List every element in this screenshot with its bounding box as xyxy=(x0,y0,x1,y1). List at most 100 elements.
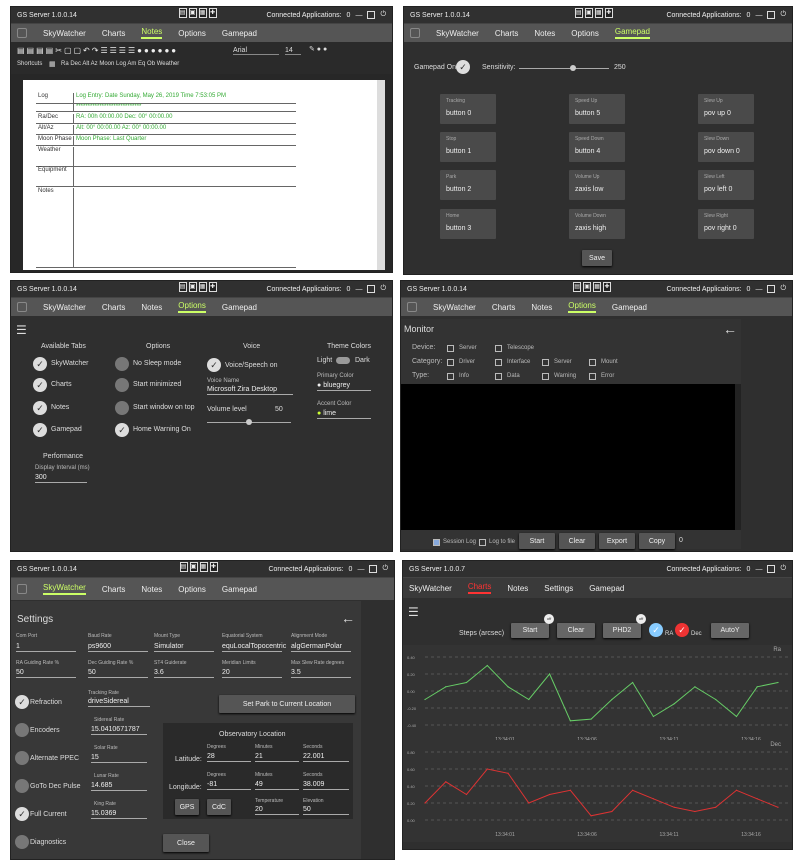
tab-skywatcher[interactable]: SkyWatcher xyxy=(43,303,86,312)
field-select[interactable]: Simulator xyxy=(154,643,214,652)
gamepad-mapping[interactable]: Volume Down zaxis high xyxy=(569,209,625,239)
gamepad-mapping[interactable]: Slew Down pov down 0 xyxy=(698,132,754,162)
field-select[interactable]: 3.5 xyxy=(291,669,351,678)
power-icon[interactable]: ⏻ xyxy=(380,285,386,293)
size-select[interactable]: 14 xyxy=(285,47,301,55)
monitor-icon[interactable]: ▤ xyxy=(178,282,187,292)
set-park-button[interactable]: Set Park to Current Location xyxy=(219,695,355,713)
scrollbar[interactable] xyxy=(377,80,385,270)
setting-check[interactable] xyxy=(15,723,29,737)
window-icon[interactable]: ▣ xyxy=(188,282,197,292)
power-icon[interactable]: ⏻ xyxy=(780,285,786,293)
field-select[interactable]: equLocalTopocentric xyxy=(222,643,286,652)
tab-options[interactable]: Options xyxy=(571,29,599,38)
minimize-button[interactable]: — xyxy=(355,286,362,293)
maximize-button[interactable] xyxy=(767,11,776,19)
clear-button[interactable]: Clear xyxy=(559,533,595,549)
gamepad-mapping[interactable]: Tracking button 0 xyxy=(440,94,496,124)
gamepad-icon[interactable]: ✚ xyxy=(208,282,217,292)
minimize-button[interactable]: — xyxy=(357,566,364,573)
tab-notes[interactable]: Notes xyxy=(141,585,162,594)
primary-select[interactable]: ● bluegrey xyxy=(317,382,371,391)
filter-checkbox[interactable] xyxy=(495,373,502,380)
tab-notes[interactable]: Notes xyxy=(141,303,162,312)
calendar-icon[interactable]: ▦ xyxy=(49,60,56,68)
session-log-checkbox[interactable] xyxy=(433,539,440,546)
tab-gamepad[interactable]: Gamepad xyxy=(222,29,257,38)
filter-checkbox[interactable] xyxy=(495,359,502,366)
shortcut-items[interactable]: Ra Dec Alt Az Moon Log Am Eq Ob Weather xyxy=(61,61,179,67)
gamepad-mapping[interactable]: Slew Left pov left 0 xyxy=(698,170,754,200)
window-icon[interactable]: ▣ xyxy=(583,282,592,292)
tab-notes[interactable]: Notes xyxy=(141,27,163,39)
gamepad-mapping[interactable]: Home button 3 xyxy=(440,209,496,239)
notes-icon[interactable]: ▦ xyxy=(199,562,208,572)
notes-icon[interactable]: ▦ xyxy=(594,8,603,18)
lon-degrees[interactable]: -81 xyxy=(207,781,251,790)
field-select[interactable]: 20 xyxy=(222,669,282,678)
tab-charts[interactable]: Charts xyxy=(102,585,126,594)
setting-check[interactable] xyxy=(15,835,29,849)
filter-checkbox[interactable] xyxy=(447,345,454,352)
log-output[interactable] xyxy=(401,384,741,530)
gamepad-mapping[interactable]: Slew Up pov up 0 xyxy=(698,94,754,124)
option-check[interactable] xyxy=(115,401,129,415)
volume-slider[interactable] xyxy=(207,419,291,425)
voice-name-select[interactable]: Microsoft Zira Desktop xyxy=(207,386,293,395)
save-button[interactable]: Save xyxy=(582,250,612,266)
tab-check[interactable]: ✓ xyxy=(33,401,47,415)
setting-check[interactable]: ✓ xyxy=(15,695,29,709)
maximize-button[interactable] xyxy=(367,285,376,293)
tab-notes[interactable]: Notes xyxy=(531,303,552,312)
setting-check[interactable] xyxy=(15,779,29,793)
tab-options[interactable]: Options xyxy=(178,29,206,38)
tab-skywatcher[interactable]: SkyWatcher xyxy=(43,29,86,38)
tab-charts[interactable]: Charts xyxy=(495,29,519,38)
voice-check[interactable]: ✓ xyxy=(207,358,221,372)
tab-check[interactable]: ✓ xyxy=(33,378,47,392)
maximize-button[interactable] xyxy=(369,565,378,573)
slider-knob[interactable] xyxy=(570,65,576,71)
format-buttons[interactable]: ▤▤▤▤✂▢▢↶↷☰☰☰☰●●●●●● xyxy=(17,46,178,55)
filter-checkbox[interactable] xyxy=(447,359,454,366)
slider-knob[interactable] xyxy=(246,419,252,425)
lon-minutes[interactable]: 49 xyxy=(255,781,299,790)
tab-options[interactable]: Options xyxy=(568,301,596,313)
monitor-icon[interactable]: ▤ xyxy=(179,562,188,572)
export-button[interactable]: Export xyxy=(599,533,635,549)
tab-skywatcher[interactable]: SkyWatcher xyxy=(43,583,86,595)
font-select[interactable]: Arial xyxy=(233,47,279,55)
accent-select[interactable]: ● lime xyxy=(317,410,371,419)
setting-check[interactable]: ✓ xyxy=(15,807,29,821)
option-check[interactable] xyxy=(115,357,129,371)
gamepad-icon[interactable]: ✚ xyxy=(604,8,613,18)
lat-degrees[interactable]: 28 xyxy=(207,753,251,762)
elevation-field[interactable]: 50 xyxy=(303,806,349,815)
tab-notes[interactable]: Notes xyxy=(534,29,555,38)
temperature-field[interactable]: 20 xyxy=(255,806,299,815)
minimize-button[interactable]: — xyxy=(755,12,762,19)
gamepad-icon[interactable]: ✚ xyxy=(603,282,612,292)
lon-seconds[interactable]: 38.009 xyxy=(303,781,349,790)
rate-field[interactable]: 15 xyxy=(91,754,147,763)
tracking-select[interactable]: driveSidereal xyxy=(88,698,150,707)
maximize-button[interactable] xyxy=(367,11,376,19)
minimize-button[interactable]: — xyxy=(355,12,362,19)
rate-field[interactable]: 15.0369 xyxy=(91,810,147,819)
gamepad-mapping[interactable]: Volume Up zaxis low xyxy=(569,170,625,200)
gamepad-mapping[interactable]: Stop button 1 xyxy=(440,132,496,162)
gamepad-on-check[interactable]: ✓ xyxy=(456,60,470,74)
window-icon[interactable]: ▣ xyxy=(584,8,593,18)
tab-gamepad[interactable]: Gamepad xyxy=(222,303,257,312)
back-arrow-icon[interactable]: ← xyxy=(723,321,737,337)
tab-charts[interactable]: Charts xyxy=(102,29,126,38)
cdc-button[interactable]: CdC xyxy=(207,799,231,815)
tab-gamepad[interactable]: Gamepad xyxy=(614,27,651,39)
tab-options[interactable]: Options xyxy=(178,585,206,594)
color-picker-icon[interactable]: ✎ ● ● xyxy=(309,45,327,53)
filter-checkbox[interactable] xyxy=(589,359,596,366)
setting-check[interactable] xyxy=(15,751,29,765)
field-select[interactable]: 50 xyxy=(16,669,76,678)
monitor-icon[interactable]: ▤ xyxy=(178,8,187,18)
option-check[interactable]: ✓ xyxy=(115,423,129,437)
